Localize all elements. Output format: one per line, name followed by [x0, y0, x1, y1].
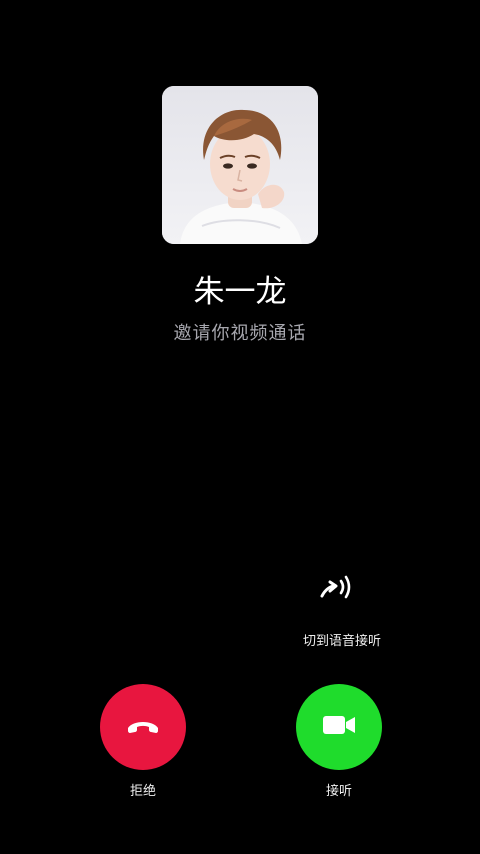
switch-to-voice-label: 切到语音接听	[302, 634, 381, 649]
call-status-subtitle: 邀请你视频通话	[173, 323, 307, 344]
caller-name: 朱一龙	[193, 274, 287, 310]
caller-avatar	[162, 86, 318, 244]
switch-to-voice-button[interactable]: 切到语音接听	[282, 558, 402, 658]
decline-button[interactable]	[100, 684, 186, 770]
voice-switch-icon	[316, 566, 360, 610]
hang-up-phone-icon	[121, 703, 165, 751]
accept-label: 接听	[325, 784, 352, 799]
accept-button[interactable]	[296, 684, 382, 770]
video-camera-icon	[317, 703, 361, 751]
caller-avatar-image	[162, 86, 318, 244]
decline-label: 拒绝	[129, 784, 156, 799]
